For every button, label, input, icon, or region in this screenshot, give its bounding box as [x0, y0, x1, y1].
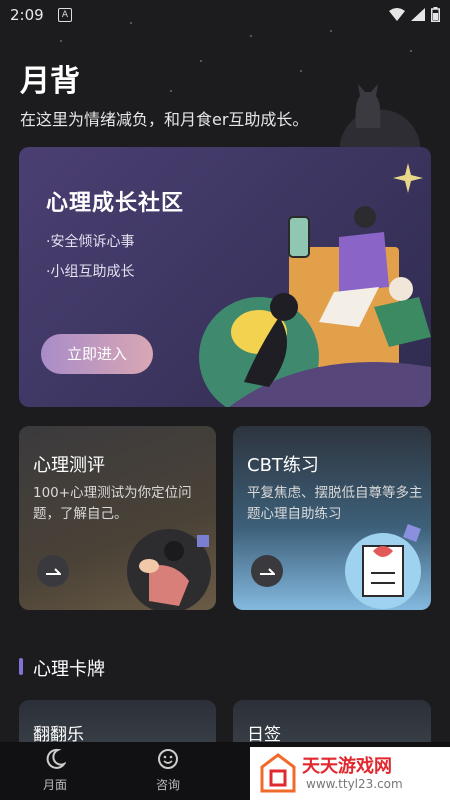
section-accent-bar [19, 658, 23, 675]
house-logo-icon [260, 753, 296, 793]
enter-community-button[interactable]: 立即进入 [41, 334, 153, 374]
smile-icon [158, 749, 178, 769]
cbt-practice-card[interactable]: CBT练习 平复焦虑、摆脱低自尊等多主题心理自助练习 [233, 426, 431, 610]
community-bullet: ·小组互助成长 [46, 264, 135, 280]
signal-icon [411, 8, 425, 21]
eval-illustration [127, 529, 211, 610]
status-bar: 2:09 A [0, 0, 450, 30]
cbt-illustration [345, 524, 421, 609]
community-card[interactable]: 心理成长社区 ·安全倾诉心事 ·小组互助成长 立即进入 [19, 147, 431, 407]
eval-arrow-button[interactable] [37, 555, 69, 587]
watermark: 天天游戏网 www.ttyl23.com [250, 747, 450, 800]
psych-eval-card[interactable]: 心理测评 100+心理测试为你定位问题，了解自己。 [19, 426, 216, 610]
moon-icon [46, 748, 67, 769]
notification-icon: A [58, 8, 72, 22]
watermark-url: www.ttyl23.com [306, 777, 403, 791]
cbt-title: CBT练习 [247, 455, 319, 476]
community-title: 心理成长社区 [46, 191, 185, 216]
nav-item-moon[interactable]: 月面 [25, 748, 85, 793]
arrow-right-icon [46, 568, 61, 575]
community-bullet: ·安全倾诉心事 [46, 234, 135, 250]
wifi-icon [389, 8, 405, 21]
nav-item-consult[interactable]: 咨询 [138, 748, 198, 793]
page-title: 月背 [20, 64, 80, 99]
sparkle-icon [393, 163, 423, 193]
status-time: 2:09 [10, 6, 44, 24]
section-title: 心理卡牌 [33, 659, 105, 680]
battery-icon [431, 7, 440, 22]
nav-label: 月面 [42, 778, 67, 792]
page-subtitle: 在这里为情绪减负，和月食er互助成长。 [20, 110, 309, 129]
eval-title: 心理测评 [33, 455, 105, 476]
eval-description: 100+心理测试为你定位问题，了解自己。 [33, 485, 192, 522]
cbt-arrow-button[interactable] [251, 555, 283, 587]
watermark-title: 天天游戏网 [302, 756, 392, 777]
arrow-right-icon [260, 568, 275, 575]
nav-label: 咨询 [155, 778, 180, 792]
cbt-description: 平复焦虑、摆脱低自尊等多主题心理自助练习 [247, 485, 423, 522]
community-illustration [199, 206, 431, 407]
cat-on-moon-illustration [355, 84, 381, 128]
